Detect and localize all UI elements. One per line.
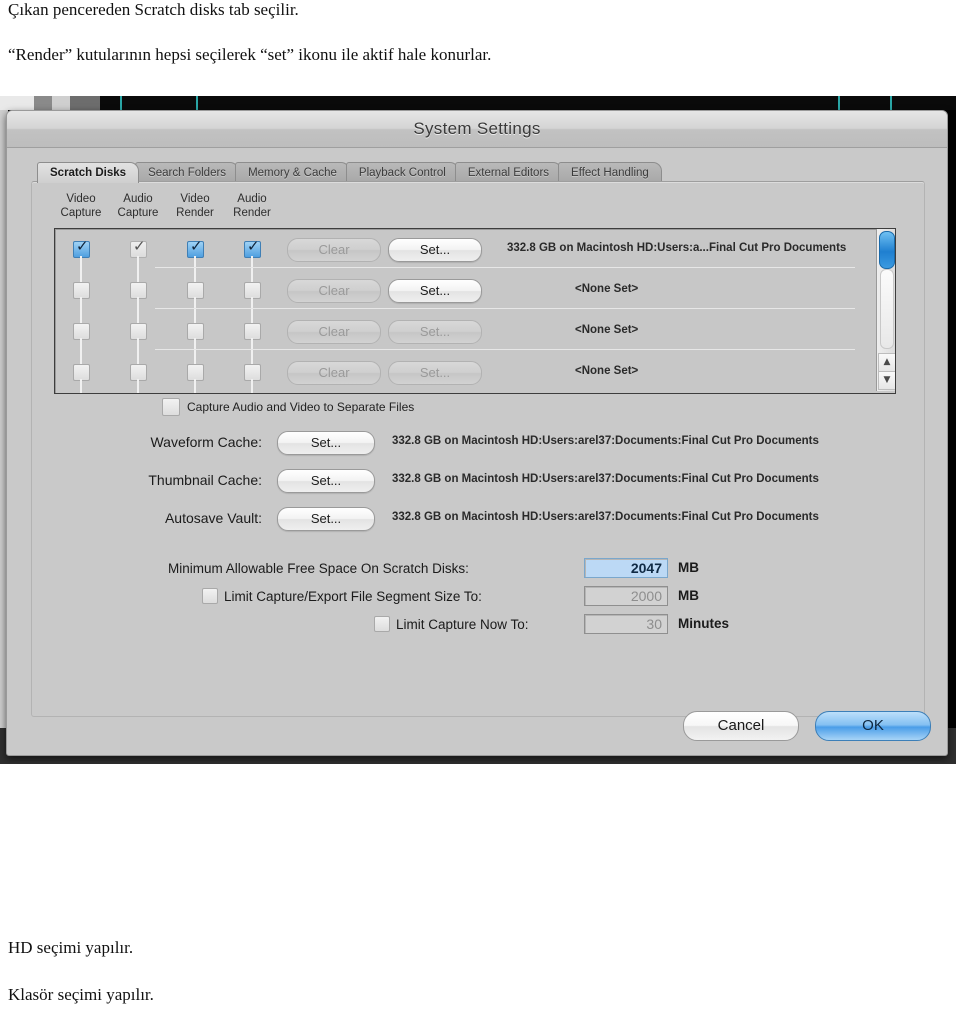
min-free-space-label: Minimum Allowable Free Space On Scratch … xyxy=(168,561,469,576)
checkbox-limit-capture-now[interactable] xyxy=(374,616,390,632)
tab-search-folders[interactable]: Search Folders xyxy=(135,162,240,183)
disk-path-row-3: <None Set> xyxy=(575,324,639,336)
thumbnail-cache-set-button[interactable]: Set... xyxy=(277,469,375,493)
set-button-row-4[interactable]: Set... xyxy=(388,361,482,385)
table-row: Clear Set... <None Set> xyxy=(55,270,895,311)
min-free-space-unit: MB xyxy=(678,560,699,575)
tab-scratch-disks[interactable]: Scratch Disks xyxy=(37,162,140,183)
tab-memory-and-cache[interactable]: Memory & Cache xyxy=(235,162,350,183)
clear-button-row-1[interactable]: Clear xyxy=(287,238,381,262)
doc-text-line-2: “Render” kutularının hepsi seçilerek “se… xyxy=(8,45,492,64)
tab-bar: Scratch Disks Search Folders Memory & Ca… xyxy=(37,161,917,183)
colhead-audio-render-l2: Render xyxy=(233,207,271,219)
set-button-row-2[interactable]: Set... xyxy=(388,279,482,303)
autosave-vault-set-button[interactable]: Set... xyxy=(277,507,375,531)
doc-text-line-3: HD seçimi yapılır. xyxy=(8,938,134,957)
colhead-audio-capture-l1: Audio xyxy=(123,193,153,205)
colhead-video-render-l1: Video xyxy=(180,193,210,205)
set-button-row-1[interactable]: Set... xyxy=(388,238,482,262)
limit-capture-now-row: Limit Capture Now To: 30 Minutes xyxy=(32,614,924,638)
thumbnail-cache-label: Thumbnail Cache: xyxy=(148,472,262,488)
checkbox-capture-separate-files[interactable] xyxy=(162,398,180,416)
tab-playback-control[interactable]: Playback Control xyxy=(345,162,459,183)
timeline-tick xyxy=(838,96,840,110)
thumbnail-cache-path: 332.8 GB on Macintosh HD:Users:arel37:Do… xyxy=(392,473,819,485)
capture-separate-files-label: Capture Audio and Video to Separate File… xyxy=(187,400,415,414)
list-scrollbar[interactable]: ▲ ▼ xyxy=(876,229,895,391)
scrollbar-track[interactable] xyxy=(880,269,894,349)
dialog-titlebar[interactable]: System Settings xyxy=(7,111,947,148)
autosave-vault-label: Autosave Vault: xyxy=(164,510,262,526)
autosave-vault-row: Autosave Vault: Set... 332.8 GB on Macin… xyxy=(32,506,924,532)
disk-path-row-1: 332.8 GB on Macintosh HD:Users:a...Final… xyxy=(507,242,847,254)
checkbox-limit-segment-size[interactable] xyxy=(202,588,218,604)
timeline-tick xyxy=(120,96,122,110)
limit-capture-now-label: Limit Capture Now To: xyxy=(396,617,529,632)
min-free-space-row: Minimum Allowable Free Space On Scratch … xyxy=(32,558,924,582)
waveform-cache-set-button[interactable]: Set... xyxy=(277,431,375,455)
limit-capture-now-input[interactable]: 30 xyxy=(584,614,668,634)
disk-path-row-2: <None Set> xyxy=(575,283,639,295)
colhead-video-capture-l1: Video xyxy=(66,193,96,205)
clear-button-row-3[interactable]: Clear xyxy=(287,320,381,344)
limit-segment-size-row: Limit Capture/Export File Segment Size T… xyxy=(32,586,924,610)
timeline-tick xyxy=(196,96,198,110)
app-background-top-strip xyxy=(0,96,956,110)
waveform-cache-label: Waveform Cache: xyxy=(150,434,262,450)
limit-capture-now-unit: Minutes xyxy=(678,616,730,631)
dialog-title: System Settings xyxy=(413,119,541,138)
table-row: Clear Set... <None Set> xyxy=(55,311,895,352)
scrollbar-thumb[interactable] xyxy=(879,231,895,269)
doc-text-line-4: Klasör seçimi yapılır. xyxy=(8,985,154,1004)
colhead-video-render-l2: Render xyxy=(176,207,214,219)
capture-separate-files-row: Capture Audio and Video to Separate File… xyxy=(162,398,414,416)
scroll-down-arrow-icon[interactable]: ▼ xyxy=(878,371,895,390)
table-row: ✓ ✓ ✓ ✓ Clear Set... 332.8 GB on Macinto… xyxy=(55,229,895,270)
clear-button-row-2[interactable]: Clear xyxy=(287,279,381,303)
column-headers: Video Capture Audio Capture Video Render… xyxy=(50,192,290,226)
table-row: Clear Set... <None Set> xyxy=(55,352,895,393)
waveform-cache-row: Waveform Cache: Set... 332.8 GB on Macin… xyxy=(32,430,924,456)
colhead-audio-capture-l2: Capture xyxy=(117,207,159,219)
system-settings-dialog: System Settings Scratch Disks Search Fol… xyxy=(6,110,948,756)
tab-external-editors[interactable]: External Editors xyxy=(454,162,563,183)
thumbnail-cache-row: Thumbnail Cache: Set... 332.8 GB on Maci… xyxy=(32,468,924,494)
min-free-space-input[interactable]: 2047 xyxy=(584,558,668,578)
dialog-footer: Cancel OK xyxy=(683,711,931,741)
doc-text-line-1: Çıkan pencereden Scratch disks tab seçil… xyxy=(8,0,299,19)
disk-path-row-4: <None Set> xyxy=(575,365,639,377)
limit-segment-size-input[interactable]: 2000 xyxy=(584,586,668,606)
colhead-video-capture-l2: Capture xyxy=(60,207,102,219)
scroll-up-arrow-icon[interactable]: ▲ xyxy=(878,353,895,372)
cancel-button[interactable]: Cancel xyxy=(683,711,799,741)
autosave-vault-path: 332.8 GB on Macintosh HD:Users:arel37:Do… xyxy=(392,511,819,523)
scratch-disks-panel: Video Capture Audio Capture Video Render… xyxy=(31,181,925,717)
scratch-disk-list[interactable]: ✓ ✓ ✓ ✓ Clear Set... 332.8 GB on Macinto… xyxy=(54,228,896,394)
set-button-row-3[interactable]: Set... xyxy=(388,320,482,344)
tab-effect-handling[interactable]: Effect Handling xyxy=(558,162,662,183)
colhead-audio-render-l1: Audio xyxy=(237,193,267,205)
embedded-screenshot: System Settings Scratch Disks Search Fol… xyxy=(0,96,956,764)
waveform-cache-path: 332.8 GB on Macintosh HD:Users:arel37:Do… xyxy=(392,435,819,447)
ok-button[interactable]: OK xyxy=(815,711,931,741)
clear-button-row-4[interactable]: Clear xyxy=(287,361,381,385)
timeline-tick xyxy=(890,96,892,110)
limit-segment-size-label: Limit Capture/Export File Segment Size T… xyxy=(224,589,482,604)
limit-segment-size-unit: MB xyxy=(678,588,699,603)
